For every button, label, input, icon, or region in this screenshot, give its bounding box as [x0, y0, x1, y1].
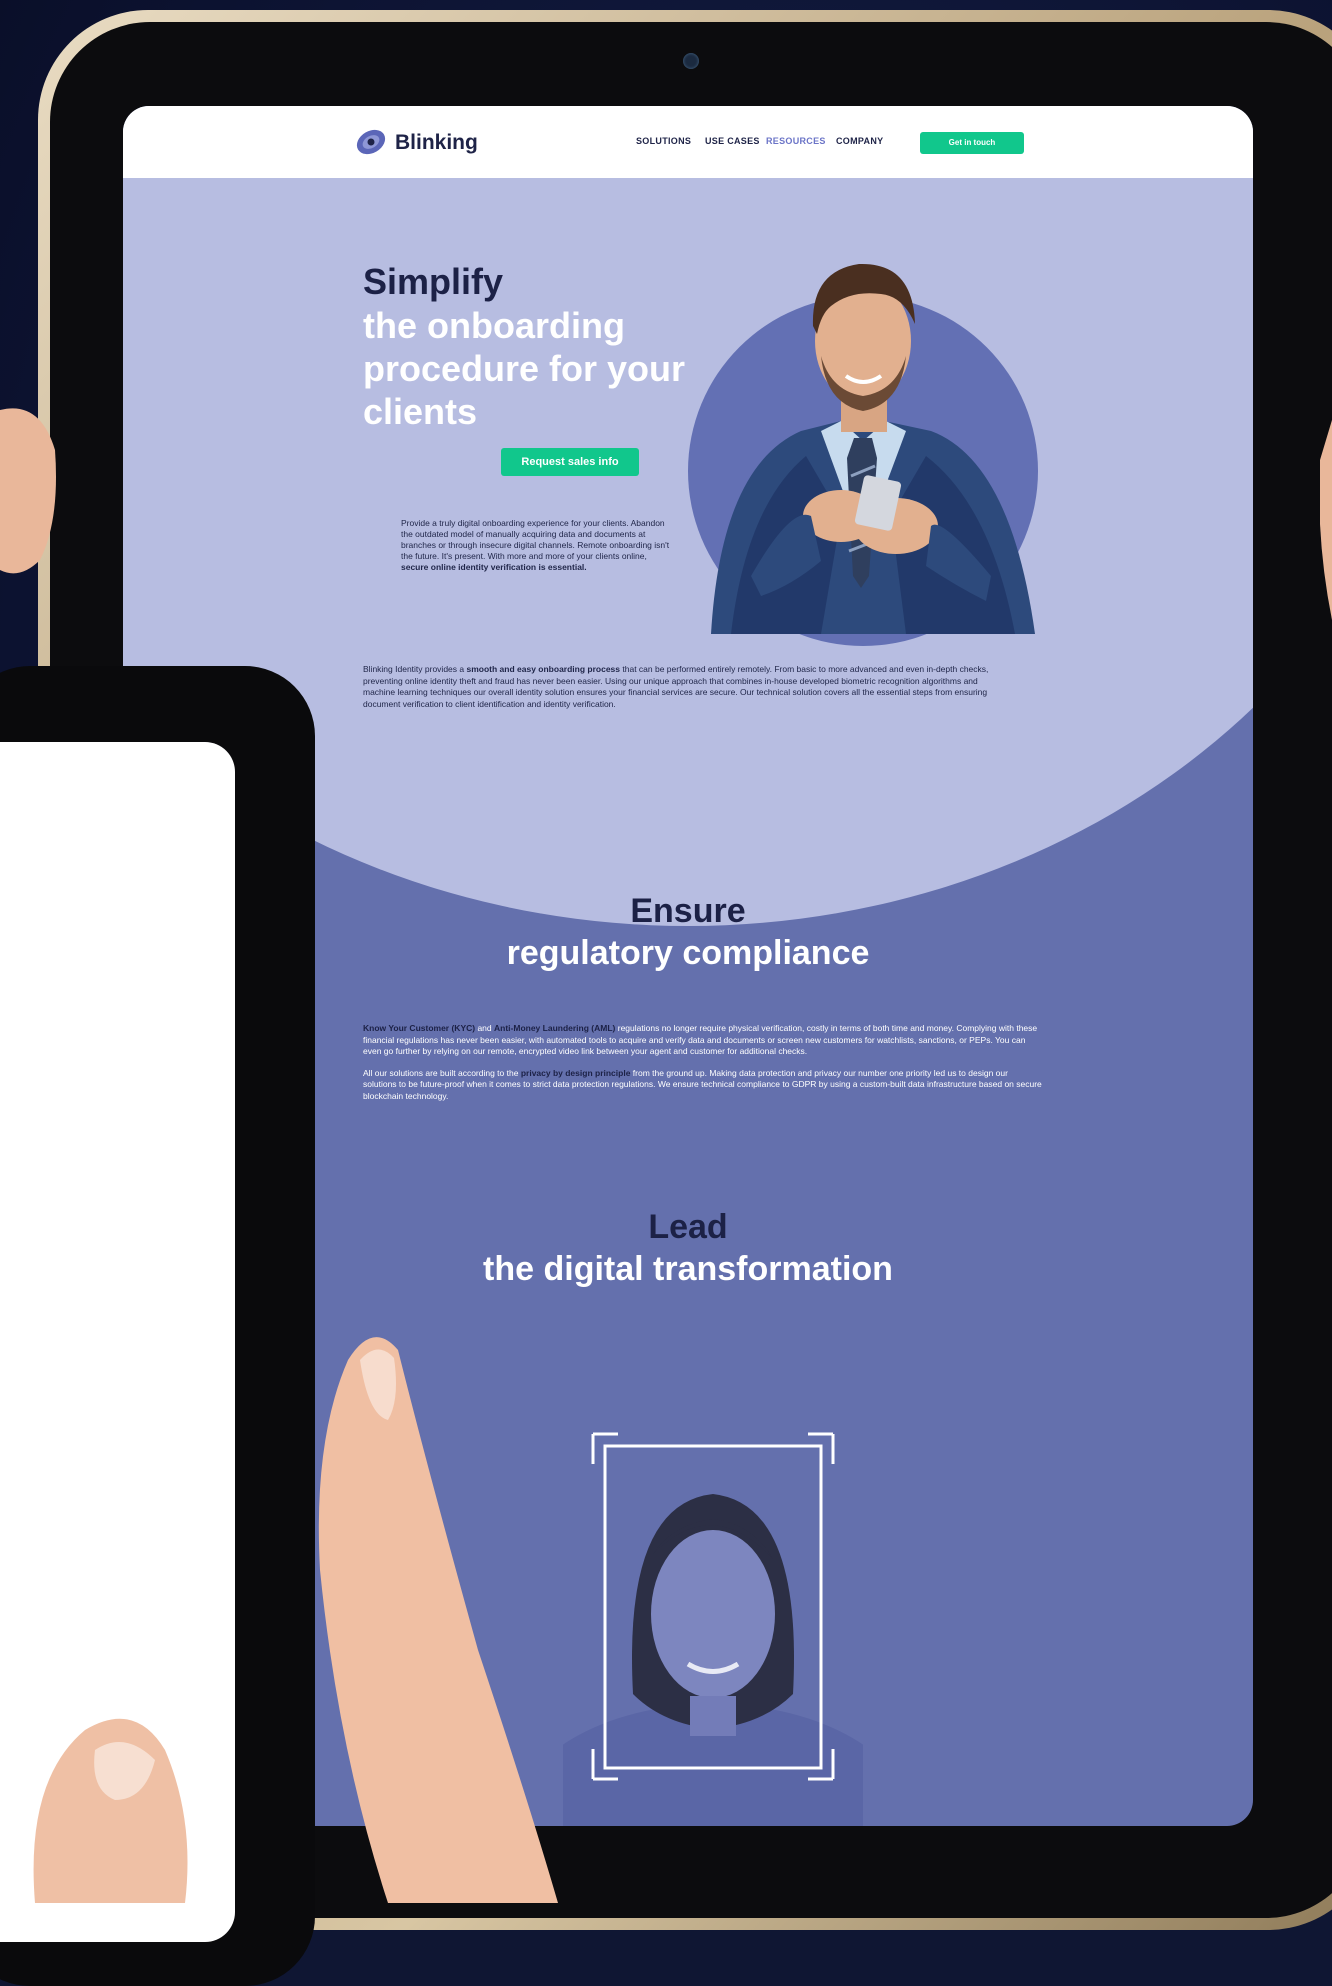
kyc-and: and — [477, 1023, 492, 1033]
compliance-body: Know Your Customer (KYC) and Anti-Money … — [363, 1023, 1043, 1112]
businessman-phone-image — [711, 263, 1035, 634]
face-scan-image — [563, 1432, 863, 1826]
intro-bold-text: secure online identity verification is e… — [401, 562, 587, 572]
nav-link-company[interactable]: COMPANY — [836, 136, 883, 146]
hero-title-dark: Simplify — [363, 261, 504, 302]
kyc-link[interactable]: Know Your Customer (KYC) — [363, 1023, 475, 1033]
left-hand-finger — [0, 408, 56, 574]
blinking-logo-icon[interactable] — [353, 126, 389, 158]
nav-link-use-cases[interactable]: USE CASES — [705, 136, 760, 146]
para-start: Blinking Identity provides a — [363, 664, 465, 674]
kyc-paragraph: Know Your Customer (KYC) and Anti-Money … — [363, 1023, 1043, 1058]
top-nav: Blinking SOLUTIONS USE CASES RESOURCES C… — [123, 106, 1253, 178]
privacy-paragraph: All our solutions are built according to… — [363, 1068, 1043, 1103]
brand-logo-text[interactable]: Blinking — [395, 131, 478, 155]
nav-link-resources[interactable]: RESOURCES — [766, 136, 826, 146]
para-bold: smooth and easy onboarding process — [466, 664, 621, 674]
hero-intro-text: Provide a truly digital onboarding exper… — [401, 518, 673, 573]
tablet-camera — [683, 53, 699, 69]
request-sales-info-button[interactable]: Request sales info — [501, 448, 639, 476]
nav-link-solutions[interactable]: SOLUTIONS — [636, 136, 691, 146]
right-edge-finger — [1320, 420, 1332, 620]
get-in-touch-button[interactable]: Get in touch — [920, 132, 1024, 154]
privacy-link[interactable]: privacy by design principle — [521, 1068, 631, 1078]
left-thumb — [33, 1718, 188, 1903]
hero-description: Blinking Identity provides a smooth and … — [363, 664, 1003, 710]
privacy-start: All our solutions are built according to… — [363, 1067, 519, 1078]
hero-title-light: the onboarding procedure for your client… — [363, 305, 686, 432]
aml-link[interactable]: Anti-Money Laundering (AML) — [494, 1023, 615, 1033]
intro-text: Provide a truly digital onboarding exper… — [401, 518, 670, 561]
right-hand-finger — [318, 1337, 558, 1903]
